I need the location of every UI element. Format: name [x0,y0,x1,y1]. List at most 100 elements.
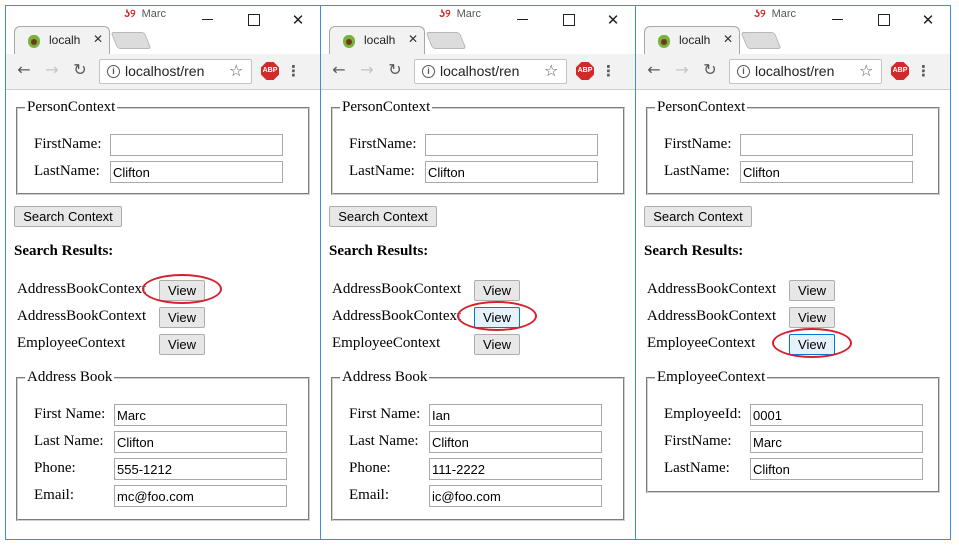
browser-tab[interactable]: localh ✕ [14,26,110,54]
browser-window-1: ʖ୨ Marc ✕ localh ✕ ← → ↻ i localhost/ren … [5,5,321,540]
info-icon[interactable]: i [422,65,435,78]
detail-input[interactable] [750,404,923,426]
detail-input[interactable] [114,458,287,480]
address-book-fieldset: Address Book First Name: Last Name: Phon… [331,369,625,521]
window-close-button[interactable]: ✕ [283,10,313,30]
result-label: EmployeeContext [332,335,441,351]
profile-indicator[interactable]: ʖ୨ Marc [124,8,166,21]
title-bar: ʖ୨ Marc ✕ localh ✕ [6,6,320,54]
new-tab-button[interactable] [425,32,467,49]
first-name-input[interactable] [425,134,598,156]
view-button[interactable]: View [474,280,520,301]
last-name-input[interactable] [110,161,283,183]
last-name-row: LastName: [18,161,308,183]
profile-indicator[interactable]: ʖ୨ Marc [439,8,481,21]
view-button[interactable]: View [474,334,520,355]
info-icon[interactable]: i [107,65,120,78]
detail-row: Phone: [18,458,308,480]
profile-icon: ʖ୨ [124,8,136,20]
kebab-menu-icon[interactable]: ⋮ [601,60,616,82]
back-arrow-icon[interactable]: ← [13,59,35,81]
tab-title: localh [679,33,711,47]
profile-name: Marc [141,8,167,20]
tab-close-icon[interactable]: ✕ [93,32,103,46]
forward-arrow-icon[interactable]: → [671,59,693,81]
maximize-button[interactable] [238,10,268,30]
profile-name: Marc [456,8,482,20]
first-name-row: FirstName: [18,134,308,156]
detail-row: Last Name: [18,431,308,453]
first-name-input[interactable] [740,134,913,156]
maximize-button[interactable] [553,10,583,30]
search-context-button[interactable]: Search Context [644,206,752,227]
view-button[interactable]: View [159,334,205,355]
detail-row: FirstName: [648,431,938,453]
detail-input[interactable] [114,431,287,453]
detail-input[interactable] [429,404,602,426]
tab-close-icon[interactable]: ✕ [408,32,418,46]
result-label: AddressBookContext [647,281,777,297]
last-name-input[interactable] [425,161,598,183]
adblock-plus-icon[interactable]: ABP [261,62,279,80]
search-context-button[interactable]: Search Context [14,206,122,227]
page-content: PersonContext FirstName: LastName: Searc… [6,91,320,539]
kebab-menu-icon[interactable]: ⋮ [286,60,301,82]
info-icon[interactable]: i [737,65,750,78]
address-bar[interactable]: i localhost/ren ☆ [414,59,567,84]
maximize-button[interactable] [868,10,898,30]
view-button[interactable]: View [789,280,835,301]
minimize-button[interactable] [508,10,538,30]
person-context-legend: PersonContext [27,99,116,115]
url-text: localhost/ren [755,63,835,79]
last-name-label: LastName: [34,163,100,179]
url-text: localhost/ren [125,63,205,79]
tab-close-icon[interactable]: ✕ [723,32,733,46]
address-book-legend: Address Book [27,369,113,385]
detail-input[interactable] [750,431,923,453]
view-button[interactable]: View [159,307,205,328]
star-icon[interactable]: ☆ [229,61,243,80]
address-bar[interactable]: i localhost/ren ☆ [99,59,252,84]
page-content: PersonContext FirstName: LastName: Searc… [321,91,635,539]
reload-icon[interactable]: ↻ [699,59,721,81]
detail-label: Last Name: [34,433,104,449]
address-book-legend: Address Book [342,369,428,385]
adblock-plus-icon[interactable]: ABP [891,62,909,80]
back-arrow-icon[interactable]: ← [643,59,665,81]
new-tab-button[interactable] [740,32,782,49]
first-name-input[interactable] [110,134,283,156]
adblock-plus-icon[interactable]: ABP [576,62,594,80]
kebab-menu-icon[interactable]: ⋮ [916,60,931,82]
back-arrow-icon[interactable]: ← [328,59,350,81]
minimize-button[interactable] [823,10,853,30]
search-results-heading: Search Results: [644,243,744,259]
star-icon[interactable]: ☆ [859,61,873,80]
detail-input[interactable] [750,458,923,480]
avocado-favicon-icon [343,35,355,48]
detail-input[interactable] [114,485,287,507]
detail-input[interactable] [429,431,602,453]
profile-indicator[interactable]: ʖ୨ Marc [754,8,796,21]
last-name-input[interactable] [740,161,913,183]
window-close-button[interactable]: ✕ [598,10,628,30]
detail-input[interactable] [429,485,602,507]
browser-toolbar: ← → ↻ i localhost/ren ☆ ABP ⋮ [636,54,950,90]
minimize-button[interactable] [193,10,223,30]
browser-tab[interactable]: localh ✕ [644,26,740,54]
address-book-fieldset: Address Book First Name: Last Name: Phon… [16,369,310,521]
person-context-fieldset: PersonContext FirstName: LastName: [16,99,310,195]
forward-arrow-icon[interactable]: → [356,59,378,81]
detail-input[interactable] [114,404,287,426]
detail-input[interactable] [429,458,602,480]
view-button[interactable]: View [789,307,835,328]
star-icon[interactable]: ☆ [544,61,558,80]
browser-tab[interactable]: localh ✕ [329,26,425,54]
profile-icon: ʖ୨ [439,8,451,20]
address-bar[interactable]: i localhost/ren ☆ [729,59,882,84]
forward-arrow-icon[interactable]: → [41,59,63,81]
search-context-button[interactable]: Search Context [329,206,437,227]
reload-icon[interactable]: ↻ [384,59,406,81]
reload-icon[interactable]: ↻ [69,59,91,81]
new-tab-button[interactable] [110,32,152,49]
window-close-button[interactable]: ✕ [913,10,943,30]
